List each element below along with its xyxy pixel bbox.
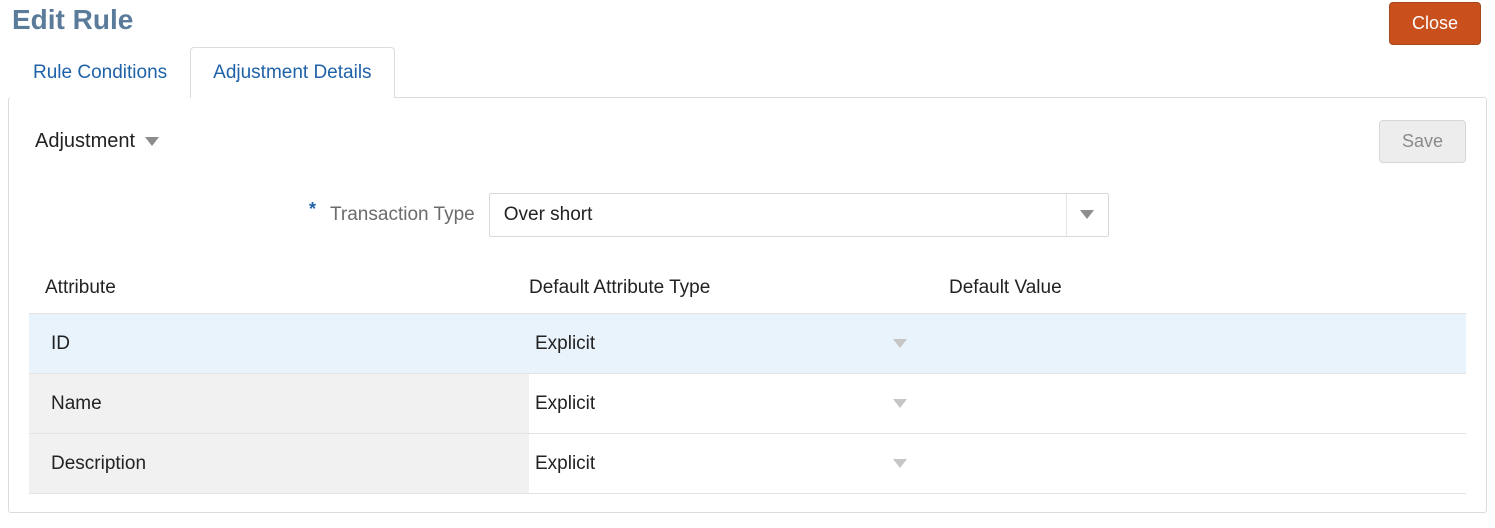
chevron-down-icon [145,137,159,147]
attributes-table: Attribute Default Attribute Type Default… [29,277,1466,494]
col-default-attr-type-header: Default Attribute Type [529,277,949,299]
attribute-cell: Description [29,434,529,493]
adjustment-panel: Adjustment Save * Transaction Type Over … [8,97,1487,513]
required-indicator: * [309,200,316,218]
chevron-down-icon [1080,210,1094,220]
default-attr-type-cell: Explicit [529,443,949,485]
tabs: Rule Conditions Adjustment Details [10,46,1491,97]
chevron-down-icon [893,399,907,409]
section-title: Adjustment [35,130,135,153]
tab-adjustment-details[interactable]: Adjustment Details [190,47,394,98]
transaction-type-value: Over short [504,204,593,226]
col-default-value-header: Default Value [949,277,1466,299]
section-adjustment-toggle[interactable]: Adjustment [35,130,159,153]
default-attr-type-value: Explicit [535,333,595,355]
default-attr-type-cell: Explicit [529,383,949,425]
default-attr-type-value: Explicit [535,453,595,475]
table-row[interactable]: Name Explicit [29,374,1466,434]
tab-rule-conditions[interactable]: Rule Conditions [10,47,190,98]
close-button[interactable]: Close [1389,2,1481,45]
page-title: Edit Rule [12,4,133,36]
chevron-down-icon [893,339,907,349]
default-attr-type-cell: Explicit [529,323,949,365]
chevron-down-icon [893,459,907,469]
col-attribute-header: Attribute [29,277,529,299]
default-attr-type-select[interactable]: Explicit [529,443,919,485]
transaction-type-select[interactable]: Over short [489,193,1109,237]
transaction-type-label: Transaction Type [330,204,475,226]
save-button[interactable]: Save [1379,120,1466,163]
default-attr-type-select[interactable]: Explicit [529,383,919,425]
table-row[interactable]: Description Explicit [29,434,1466,494]
attribute-cell: ID [29,314,529,373]
table-row[interactable]: ID Explicit [29,314,1466,374]
attribute-cell: Name [29,374,529,433]
default-attr-type-value: Explicit [535,393,595,415]
default-attr-type-select[interactable]: Explicit [529,323,919,365]
